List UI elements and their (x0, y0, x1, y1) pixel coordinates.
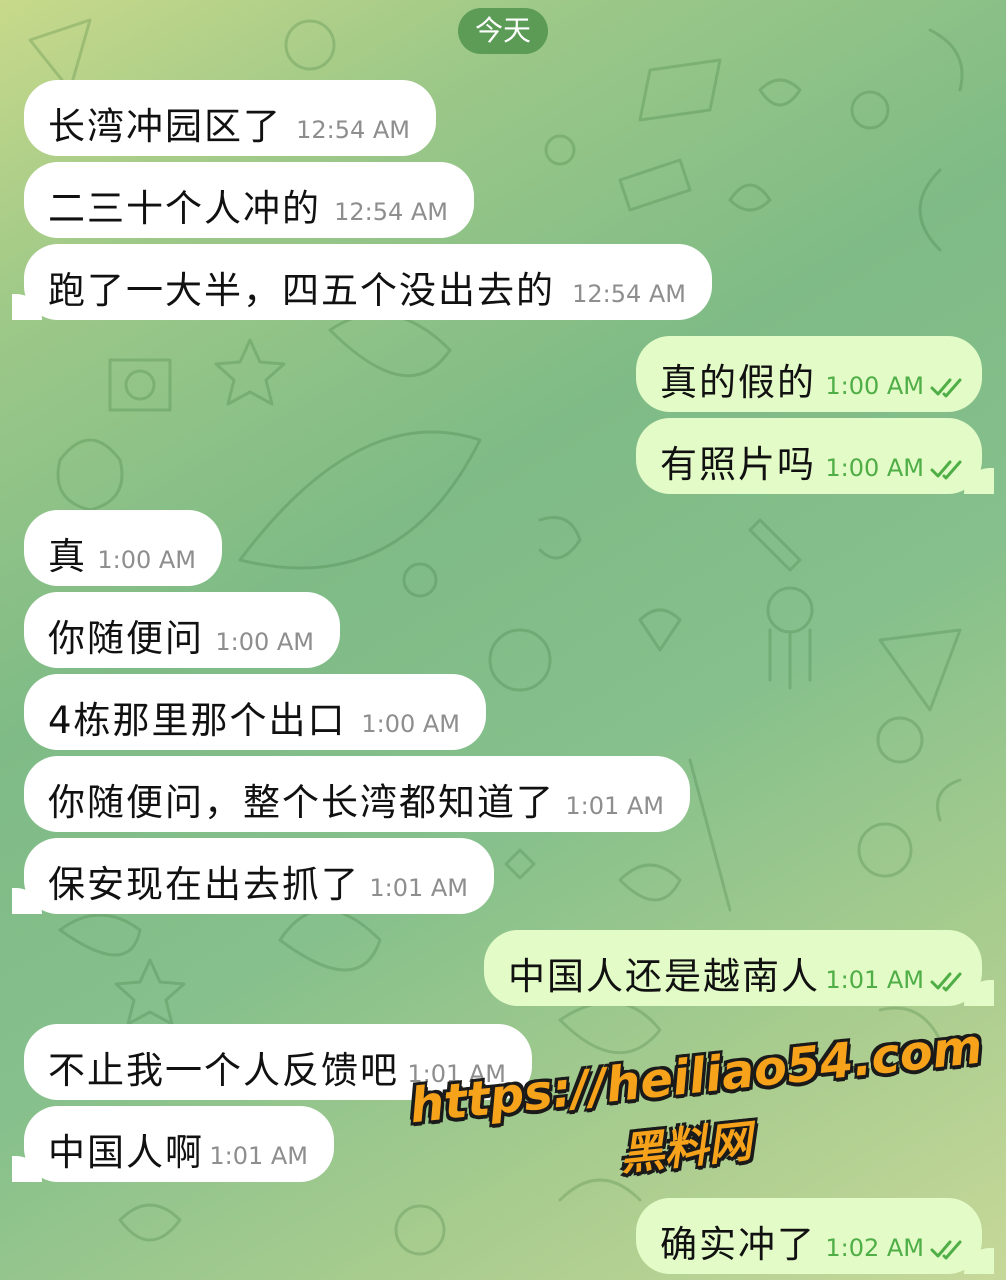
message-text: 中国人还是越南人 (508, 955, 820, 998)
message-time: 12:54 AM (572, 280, 686, 308)
message-time: 12:54 AM (334, 198, 448, 226)
message-time: 1:01 AM (369, 874, 468, 902)
message-time: 1:00 AM (825, 372, 924, 400)
message-text: 跑了一大半，四五个没出去的 (48, 269, 555, 312)
message-bubble-incoming[interactable]: 你随便问 1:00 AM (24, 592, 340, 668)
double-check-icon (930, 972, 962, 992)
message-bubble-outgoing[interactable]: 有照片吗 1:00 AM (636, 418, 994, 494)
message-time: 1:00 AM (361, 710, 460, 738)
message-bubble-incoming[interactable]: 4栋那里那个出口 1:00 AM (24, 674, 486, 750)
message-text: 你随便问，整个长湾都知道了 (48, 781, 555, 824)
message-text: 真的假的 (660, 361, 816, 404)
message-bubble-outgoing[interactable]: 真的假的 1:00 AM (636, 336, 982, 412)
message-text: 不止我一个人反馈吧 (48, 1049, 399, 1092)
message-time: 12:54 AM (296, 116, 410, 144)
double-check-icon (930, 460, 962, 480)
message-text: 确实冲了 (660, 1223, 816, 1266)
double-check-icon (930, 1240, 962, 1260)
message-bubble-incoming[interactable]: 跑了一大半，四五个没出去的 12:54 AM (12, 244, 712, 320)
message-text: 长湾冲园区了 (48, 105, 282, 148)
message-bubble-incoming[interactable]: 二三十个人冲的 12:54 AM (24, 162, 474, 238)
message-time: 1:00 AM (215, 628, 314, 656)
message-text: 保安现在出去抓了 (48, 863, 360, 906)
message-time: 1:01 AM (209, 1142, 308, 1170)
message-text: 有照片吗 (660, 443, 816, 486)
message-bubble-incoming[interactable]: 真 1:00 AM (24, 510, 222, 586)
message-bubble-incoming[interactable]: 保安现在出去抓了 1:01 AM (12, 838, 494, 914)
message-time: 1:01 AM (825, 966, 924, 994)
message-time: 1:01 AM (565, 792, 664, 820)
message-time: 1:00 AM (825, 454, 924, 482)
message-text: 二三十个人冲的 (48, 187, 321, 230)
message-bubble-incoming[interactable]: 你随便问，整个长湾都知道了 1:01 AM (24, 756, 690, 832)
message-text: 你随便问 (48, 617, 204, 660)
message-text: 真 (48, 535, 87, 578)
message-bubble-outgoing[interactable]: 中国人还是越南人 1:01 AM (484, 930, 994, 1006)
message-bubble-incoming[interactable]: 长湾冲园区了 12:54 AM (24, 80, 436, 156)
date-separator: 今天 (458, 8, 548, 54)
double-check-icon (930, 378, 962, 398)
message-bubble-incoming[interactable]: 中国人啊 1:01 AM (12, 1106, 334, 1182)
message-text: 中国人啊 (48, 1131, 204, 1174)
message-time: 1:00 AM (97, 546, 196, 574)
message-time: 1:02 AM (825, 1234, 924, 1262)
message-text: 4栋那里那个出口 (48, 699, 347, 742)
